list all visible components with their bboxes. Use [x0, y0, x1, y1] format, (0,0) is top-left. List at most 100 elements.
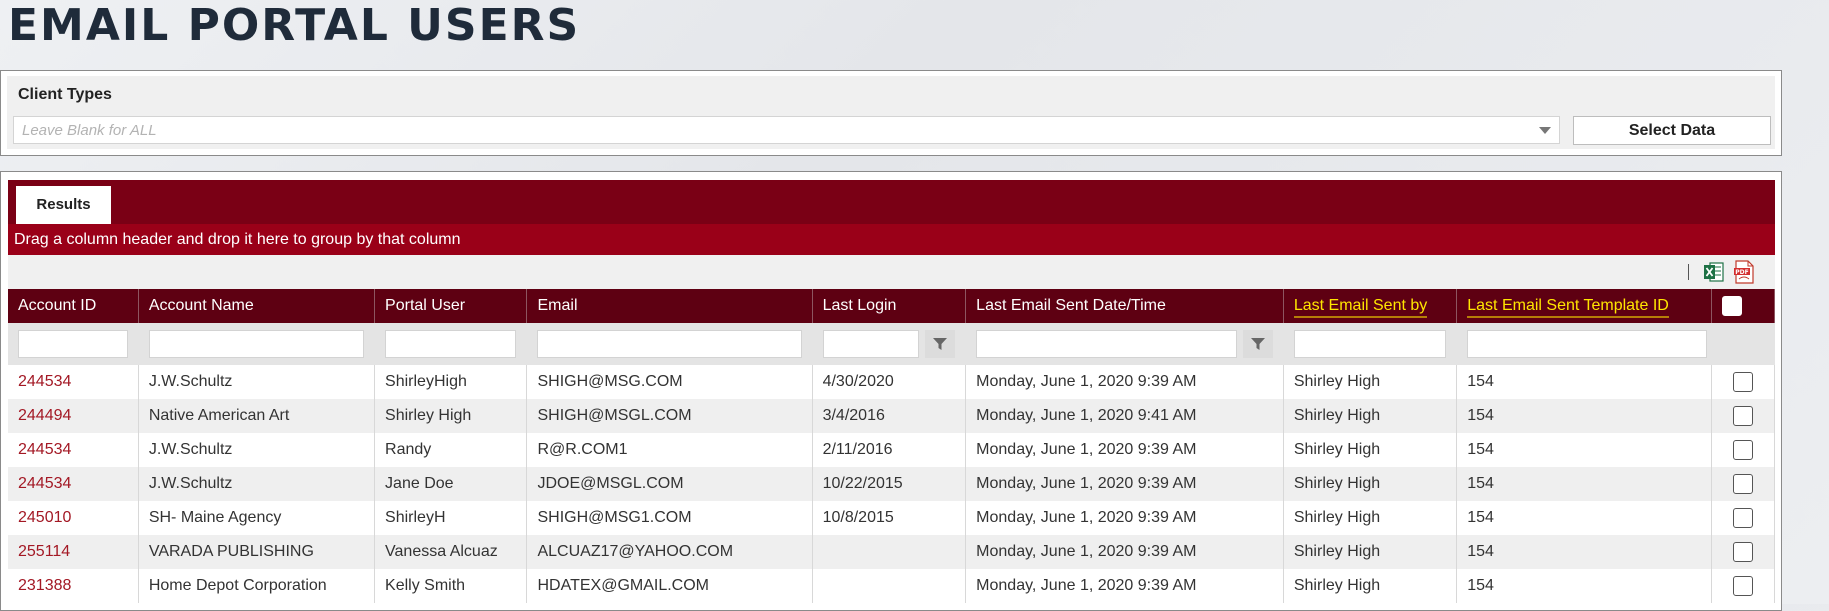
account-name-cell: J.W.Schultz: [138, 467, 376, 501]
filter-cell-last-email-sent: [965, 323, 1284, 365]
column-header-portal-user[interactable]: Portal User: [374, 289, 528, 323]
account-id-link[interactable]: 245010: [8, 501, 139, 535]
row-checkbox[interactable]: [1733, 440, 1754, 460]
filter-cell-template-id: [1456, 323, 1713, 365]
account-name-cell: J.W.Schultz: [138, 365, 376, 399]
column-header-last-email-sent-by[interactable]: Last Email Sent by: [1283, 289, 1458, 323]
email-cell: SHIGH@MSG1.COM: [526, 501, 813, 535]
filter-cell-email: [526, 323, 813, 365]
select-data-button[interactable]: Select Data: [1573, 116, 1771, 145]
filter-icon: [1250, 338, 1265, 350]
portal-user-cell: Randy: [374, 433, 528, 467]
group-by-drop-zone[interactable]: Drag a column header and drop it here to…: [8, 224, 1775, 255]
filter-cell-portal-user: [374, 323, 528, 365]
account-id-link[interactable]: 244534: [8, 365, 139, 399]
row-checkbox[interactable]: [1733, 508, 1754, 528]
sent-by-cell: Shirley High: [1283, 433, 1458, 467]
last-email-sent-cell: Monday, June 1, 2020 9:39 AM: [965, 535, 1284, 569]
results-panel: Results Drag a column header and drop it…: [0, 171, 1782, 611]
row-checkbox-cell: [1711, 365, 1775, 399]
account-id-link[interactable]: 244494: [8, 399, 139, 433]
template-id-cell: 154: [1456, 399, 1713, 433]
last-email-sent-cell: Monday, June 1, 2020 9:39 AM: [965, 501, 1284, 535]
email-cell: ALCUAZ17@YAHOO.COM: [526, 535, 813, 569]
last-email-sent-cell: Monday, June 1, 2020 9:39 AM: [965, 467, 1284, 501]
filter-input-template-id[interactable]: [1467, 330, 1708, 358]
last-email-sent-cell: Monday, June 1, 2020 9:41 AM: [965, 399, 1284, 433]
excel-export-icon[interactable]: [1704, 261, 1724, 283]
tab-results[interactable]: Results: [16, 186, 111, 224]
row-checkbox[interactable]: [1733, 372, 1754, 392]
portal-user-cell: Jane Doe: [374, 467, 528, 501]
filter-cell-account-name: [138, 323, 376, 365]
last-email-sent-cell: Monday, June 1, 2020 9:39 AM: [965, 433, 1284, 467]
client-types-placeholder: Leave Blank for ALL: [22, 122, 157, 139]
row-checkbox[interactable]: [1733, 474, 1754, 494]
table-row[interactable]: 244534 J.W.Schultz Randy R@R.COM1 2/11/2016 M…: [8, 433, 1775, 467]
client-types-select[interactable]: Leave Blank for ALL: [13, 116, 1560, 144]
filter-input-portal-user[interactable]: [385, 330, 517, 358]
row-checkbox-cell: [1711, 433, 1775, 467]
filter-button-last-login[interactable]: [925, 330, 956, 358]
table-row[interactable]: 231388 Home Depot Corporation Kelly Smith H…: [8, 569, 1775, 603]
results-tabbar: Results: [8, 180, 1775, 224]
portal-user-cell: Shirley High: [374, 399, 528, 433]
portal-user-cell: ShirleyHigh: [374, 365, 528, 399]
row-checkbox[interactable]: [1733, 406, 1754, 426]
account-name-cell: Native American Art: [138, 399, 376, 433]
filter-input-account-id[interactable]: [18, 330, 128, 358]
account-id-link[interactable]: 244534: [8, 467, 139, 501]
filter-input-last-login[interactable]: [822, 330, 920, 358]
column-header-email[interactable]: Email: [526, 289, 813, 323]
select-all-checkbox[interactable]: [1722, 296, 1743, 316]
last-login-cell: 10/22/2015: [812, 467, 967, 501]
filter-input-email[interactable]: [537, 330, 802, 358]
sent-by-cell: Shirley High: [1283, 501, 1458, 535]
column-header-last-login[interactable]: Last Login: [812, 289, 967, 323]
account-name-cell: Home Depot Corporation: [138, 569, 376, 603]
users-grid: Account ID Account Name Portal User Emai…: [8, 289, 1775, 603]
email-cell: JDOE@MSGL.COM: [526, 467, 813, 501]
select-all-checkbox-cell: [1711, 289, 1775, 323]
column-header-last-email-sent[interactable]: Last Email Sent Date/Time: [965, 289, 1284, 323]
row-checkbox-cell: [1711, 399, 1775, 433]
last-login-cell: 10/8/2015: [812, 501, 967, 535]
account-name-cell: SH- Maine Agency: [138, 501, 376, 535]
account-id-link[interactable]: 255114: [8, 535, 139, 569]
row-checkbox[interactable]: [1733, 542, 1754, 562]
filter-cell-last-login: [812, 323, 967, 365]
last-login-cell: 3/4/2016: [812, 399, 967, 433]
grid-toolbar: PDF: [8, 255, 1775, 289]
filter-input-last-email-sent[interactable]: [976, 330, 1237, 358]
email-cell: SHIGH@MSG.COM: [526, 365, 813, 399]
portal-user-cell: ShirleyH: [374, 501, 528, 535]
pdf-export-icon[interactable]: PDF: [1733, 260, 1755, 284]
column-header-account-name[interactable]: Account Name: [138, 289, 376, 323]
filter-cell-empty: [1711, 323, 1775, 365]
table-row[interactable]: 255114 VARADA PUBLISHING Vanessa Alcuaz ALC…: [8, 535, 1775, 569]
account-id-link[interactable]: 231388: [8, 569, 139, 603]
filter-input-account-name[interactable]: [148, 330, 365, 358]
account-id-link[interactable]: 244534: [8, 433, 139, 467]
table-row[interactable]: 244494 Native American Art Shirley High SHI…: [8, 399, 1775, 433]
page-title: EMAIL PORTAL USERS: [8, 0, 581, 51]
table-row[interactable]: 245010 SH- Maine Agency ShirleyH SHIGH@MSG1…: [8, 501, 1775, 535]
sent-by-cell: Shirley High: [1283, 569, 1458, 603]
portal-user-cell: Kelly Smith: [374, 569, 528, 603]
table-row[interactable]: 244534 J.W.Schultz ShirleyHigh SHIGH@MSG.CO…: [8, 365, 1775, 399]
column-header-account-id[interactable]: Account ID: [8, 289, 139, 323]
toolbar-separator: [1688, 264, 1689, 280]
table-row[interactable]: 244534 J.W.Schultz Jane Doe JDOE@MSGL.COM 10…: [8, 467, 1775, 501]
chevron-down-icon[interactable]: [1539, 127, 1551, 134]
template-id-cell: 154: [1456, 535, 1713, 569]
filter-button-last-email-sent[interactable]: [1242, 330, 1273, 358]
last-email-sent-cell: Monday, June 1, 2020 9:39 AM: [965, 569, 1284, 603]
template-id-cell: 154: [1456, 501, 1713, 535]
filter-panel-inner: Client Types Leave Blank for ALL Select …: [7, 76, 1775, 149]
filter-icon: [933, 338, 948, 350]
filter-wrap-last-login: [822, 330, 956, 358]
sent-by-cell: Shirley High: [1283, 467, 1458, 501]
column-header-template-id[interactable]: Last Email Sent Template ID: [1456, 289, 1713, 323]
filter-input-sent-by[interactable]: [1293, 330, 1447, 358]
row-checkbox[interactable]: [1733, 576, 1754, 596]
